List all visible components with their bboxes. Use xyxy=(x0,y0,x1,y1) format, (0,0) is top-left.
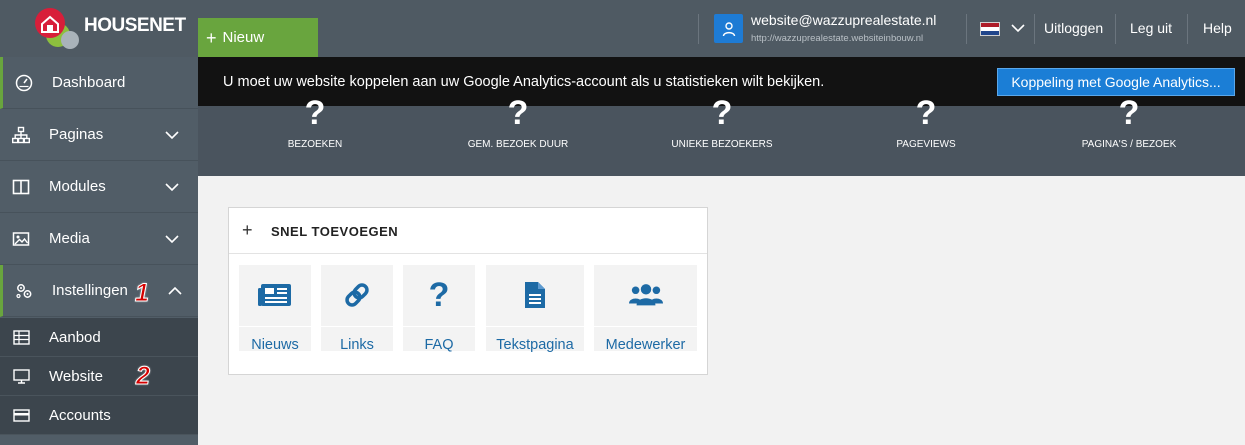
divider xyxy=(698,14,699,44)
explain-link[interactable]: Leg uit xyxy=(1130,20,1172,36)
logout-link[interactable]: Uitloggen xyxy=(1044,20,1103,36)
sidebar: Dashboard Paginas Modules Media Instelli… xyxy=(0,57,198,445)
sidebar-item-label: Dashboard xyxy=(52,74,126,91)
sidebar-item-label: Media xyxy=(49,230,90,247)
newspaper-icon xyxy=(258,279,292,311)
stat-label: UNIEKE BEZOEKERS xyxy=(671,139,773,150)
user-url[interactable]: http://wazzuprealestate.websiteinbouw.nl xyxy=(751,33,923,44)
sidebar-item-label: Paginas xyxy=(49,126,104,143)
divider xyxy=(966,14,967,44)
quick-add-links[interactable]: Links xyxy=(321,265,393,353)
stat-label: PAGEVIEWS xyxy=(896,139,956,150)
stat-value: ? xyxy=(304,94,326,132)
stat-unieke-bezoekers: ? UNIEKE BEZOEKERS xyxy=(617,96,827,176)
sidebar-item-media[interactable]: Media xyxy=(0,213,198,265)
tile-divider xyxy=(486,326,584,327)
sidebar-subitem-website[interactable]: Website xyxy=(0,357,198,396)
quick-add-tekstpagina[interactable]: Tekstpagina xyxy=(486,265,584,353)
quick-add-medewerker[interactable]: Medewerker xyxy=(594,265,697,353)
divider xyxy=(1034,14,1035,44)
quick-add-panel: + SNEL TOEVOEGEN Nieuws Links ? FAQ Teks… xyxy=(228,207,708,375)
sidebar-subitem-label: Aanbod xyxy=(49,328,101,346)
monitor-icon xyxy=(13,369,30,384)
quick-add-header: + SNEL TOEVOEGEN xyxy=(229,208,707,254)
divider xyxy=(1187,14,1188,44)
sidebar-item-dashboard[interactable]: Dashboard xyxy=(0,57,198,109)
chevron-up-icon[interactable] xyxy=(167,283,183,299)
connect-google-analytics-button[interactable]: Koppeling met Google Analytics... xyxy=(997,68,1235,96)
sidebar-item-paginas[interactable]: Paginas xyxy=(0,109,198,161)
quick-add-faq[interactable]: ? FAQ xyxy=(403,265,475,353)
stat-label: PAGINA'S / BEZOEK xyxy=(1081,139,1177,150)
plus-icon: + xyxy=(242,220,253,240)
stat-label: GEM. BEZOEK DUUR xyxy=(467,139,569,150)
logo-text: HOUSENET xyxy=(84,15,186,36)
step-marker-2: 2 xyxy=(136,362,151,391)
analytics-message: U moet uw website koppelen aan uw Google… xyxy=(223,74,825,90)
stat-label: BEZOEKEN xyxy=(287,139,343,150)
new-button[interactable]: + Nieuw xyxy=(198,18,318,57)
quick-add-title: SNEL TOEVOEGEN xyxy=(271,224,399,239)
user-icon[interactable] xyxy=(714,14,743,43)
tile-divider xyxy=(594,326,697,327)
tile-divider xyxy=(403,326,475,327)
sidebar-subitem-label: Accounts xyxy=(49,406,111,424)
columns-icon xyxy=(12,179,30,195)
step-marker-1: 1 xyxy=(135,279,150,308)
tile-label: Links xyxy=(340,337,374,353)
tile-label: Nieuws xyxy=(251,337,299,353)
stat-value: ? xyxy=(1118,94,1140,132)
stats-bar: ? BEZOEKEN ? GEM. BEZOEK DUUR ? UNIEKE B… xyxy=(198,96,1245,176)
sidebar-item-instellingen[interactable]: Instellingen xyxy=(0,265,198,317)
table-icon xyxy=(13,330,30,345)
sidebar-item-label: Instellingen xyxy=(52,282,128,299)
tile-divider xyxy=(239,326,311,327)
stat-bezoeken: ? BEZOEKEN xyxy=(210,96,420,176)
chevron-down-icon[interactable] xyxy=(1010,20,1026,36)
tile-label: FAQ xyxy=(424,337,454,353)
stat-value: ? xyxy=(507,94,529,132)
stat-value: ? xyxy=(711,94,733,132)
link-icon xyxy=(340,279,374,311)
settings-icon xyxy=(16,284,32,299)
person-icon xyxy=(722,21,735,36)
stat-value: ? xyxy=(915,94,937,132)
stat-gem-bezoek-duur: ? GEM. BEZOEK DUUR xyxy=(413,96,623,176)
dashboard-icon xyxy=(15,74,33,92)
sidebar-item-modules[interactable]: Modules xyxy=(0,161,198,213)
help-link[interactable]: Help xyxy=(1203,20,1232,36)
document-icon xyxy=(518,279,552,311)
chevron-down-icon[interactable] xyxy=(164,179,180,195)
sidebar-subitem-label: Website xyxy=(49,367,103,385)
tile-label: Medewerker xyxy=(605,337,686,353)
tile-divider xyxy=(321,326,393,327)
plus-icon: + xyxy=(206,27,217,48)
tile-label: Tekstpagina xyxy=(496,337,574,353)
stat-pageviews: ? PAGEVIEWS xyxy=(821,96,1031,176)
sitemap-icon xyxy=(12,126,30,144)
quick-add-nieuws[interactable]: Nieuws xyxy=(239,265,311,353)
top-bar: HOUSENET + Nieuw website@wazzuprealestat… xyxy=(0,0,1245,57)
sidebar-subitem-accounts[interactable]: Accounts xyxy=(0,396,198,435)
question-icon: ? xyxy=(428,276,450,314)
sidebar-item-label: Modules xyxy=(49,178,106,195)
chevron-down-icon[interactable] xyxy=(164,127,180,143)
credit-card-icon xyxy=(13,409,30,422)
dutch-flag-icon[interactable] xyxy=(980,22,1000,36)
sidebar-subitem-aanbod[interactable]: Aanbod xyxy=(0,318,198,357)
new-button-label: Nieuw xyxy=(222,29,265,46)
users-icon xyxy=(628,279,663,311)
image-icon xyxy=(12,232,30,246)
chevron-down-icon[interactable] xyxy=(164,231,180,247)
stat-paginas-per-bezoek: ? PAGINA'S / BEZOEK xyxy=(1024,96,1234,176)
user-email[interactable]: website@wazzuprealestate.nl xyxy=(751,12,936,28)
divider xyxy=(1115,14,1116,44)
